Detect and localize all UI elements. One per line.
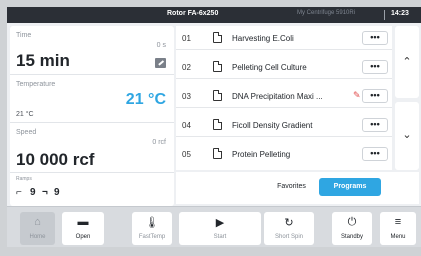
start-label: Start bbox=[213, 234, 227, 240]
document-icon bbox=[213, 61, 222, 72]
list-item[interactable]: 05 Protein Pelleting ••• bbox=[176, 142, 392, 166]
temperature-current: 21 °C bbox=[125, 91, 166, 108]
temperature-label: Temperature bbox=[16, 81, 56, 88]
standby-label: Standby bbox=[340, 234, 364, 240]
home-icon: ⌂ bbox=[34, 216, 41, 228]
more-options-button[interactable]: ••• bbox=[362, 89, 388, 103]
list-item[interactable]: 01 Harvesting E.Coli ••• bbox=[176, 26, 392, 50]
fasttemp-label: FastTemp bbox=[138, 234, 166, 240]
folder-icon: ▬ bbox=[77, 216, 89, 228]
parameter-panel: Time 0 s 15 min Temperature 21 °C 21 °C … bbox=[10, 26, 174, 206]
program-name: Ficoll Density Gradient bbox=[232, 121, 313, 130]
temperature-row[interactable]: Temperature 21 °C 21 °C bbox=[10, 75, 174, 123]
refresh-icon: ↻ bbox=[284, 217, 294, 229]
home-label: Home bbox=[29, 234, 46, 240]
document-icon bbox=[213, 119, 222, 130]
ramp-up-icon: ⌐ bbox=[16, 187, 22, 198]
document-icon bbox=[213, 32, 222, 43]
more-options-button[interactable]: ••• bbox=[362, 31, 388, 45]
thermometer-icon: 🌡 bbox=[145, 217, 159, 229]
program-number: 04 bbox=[182, 121, 191, 130]
pen-flag-icon: ✎ bbox=[353, 90, 361, 100]
chevron-down-icon: ⌄ bbox=[402, 129, 412, 141]
more-options-button[interactable]: ••• bbox=[362, 60, 388, 74]
time-label: Time bbox=[16, 32, 32, 39]
device-bezel: Rotor FA-6x250 My Centrifuge 5910Ri 14:2… bbox=[0, 0, 421, 256]
speed-row[interactable]: Speed 0 rcf 10 000 rcf bbox=[10, 123, 174, 173]
power-icon: ⏻ bbox=[347, 216, 357, 228]
list-item[interactable]: 03 DNA Precipitation Maxi ... ✎ ••• bbox=[176, 84, 392, 108]
chevron-up-icon: ⌃ bbox=[402, 56, 412, 68]
speed-current: 0 rcf bbox=[152, 139, 166, 146]
program-name: DNA Precipitation Maxi ... bbox=[232, 92, 323, 101]
edit-icon[interactable] bbox=[155, 58, 166, 68]
speed-value: 10 000 rcf bbox=[16, 150, 95, 169]
program-name: Pelleting Cell Culture bbox=[232, 63, 307, 72]
tab-favorites[interactable]: Favorites bbox=[264, 178, 319, 196]
program-number: 02 bbox=[182, 63, 191, 72]
program-list: 01 Harvesting E.Coli ••• 02 Pelleting Ce… bbox=[176, 26, 392, 170]
standby-button[interactable]: ⏻ Standby bbox=[332, 212, 372, 245]
rotor-name: Rotor FA-6x250 bbox=[167, 10, 219, 17]
header-divider bbox=[384, 10, 385, 20]
ramps-label: Ramps bbox=[16, 176, 32, 182]
ramps-row[interactable]: Ramps ⌐ 9 ¬ 9 bbox=[10, 173, 174, 206]
time-row[interactable]: Time 0 s 15 min bbox=[10, 26, 174, 75]
scroll-up-button[interactable]: ⌃ bbox=[395, 26, 419, 98]
status-bar: Rotor FA-6x250 My Centrifuge 5910Ri 14:2… bbox=[7, 7, 421, 23]
ramp-up-value: 9 bbox=[30, 187, 36, 198]
program-name: Protein Pelleting bbox=[232, 150, 291, 159]
play-icon: ▶ bbox=[215, 217, 225, 229]
menu-label: Menu bbox=[390, 234, 406, 240]
time-current: 0 s bbox=[156, 42, 166, 49]
menu-button[interactable]: ≡ Menu bbox=[380, 212, 416, 245]
home-button[interactable]: ⌂ Home bbox=[20, 212, 55, 245]
program-name: Harvesting E.Coli bbox=[232, 34, 294, 43]
list-item[interactable]: 02 Pelleting Cell Culture ••• bbox=[176, 55, 392, 79]
tab-bar: Favorites Programs bbox=[176, 172, 419, 204]
more-options-button[interactable]: ••• bbox=[362, 147, 388, 161]
program-number: 05 bbox=[182, 150, 191, 159]
ramp-down-value: 9 bbox=[54, 187, 60, 198]
speed-label: Speed bbox=[16, 129, 37, 136]
scroll-down-button[interactable]: ⌄ bbox=[395, 102, 419, 170]
document-icon bbox=[213, 90, 222, 101]
bottom-toolbar: ⌂ Home ▬ Open 🌡 FastTemp ▶ Start ↻ Short… bbox=[7, 206, 421, 247]
fasttemp-button[interactable]: 🌡 FastTemp bbox=[132, 212, 172, 245]
open-button[interactable]: ▬ Open bbox=[62, 212, 104, 245]
program-number: 01 bbox=[182, 34, 191, 43]
device-name: My Centrifuge 5910Ri bbox=[297, 10, 356, 16]
clock: 14:23 bbox=[391, 10, 409, 17]
short-spin-button[interactable]: ↻ Short Spin bbox=[264, 212, 314, 245]
more-options-button[interactable]: ••• bbox=[362, 118, 388, 132]
touch-screen: Rotor FA-6x250 My Centrifuge 5910Ri 14:2… bbox=[7, 7, 421, 247]
tab-programs[interactable]: Programs bbox=[319, 178, 381, 196]
time-value: 15 min bbox=[16, 51, 70, 70]
document-icon bbox=[213, 148, 222, 159]
hamburger-icon: ≡ bbox=[394, 216, 402, 228]
short-spin-label: Short Spin bbox=[274, 234, 304, 240]
list-item[interactable]: 04 Ficoll Density Gradient ••• bbox=[176, 113, 392, 137]
temperature-value: 21 °C bbox=[16, 111, 34, 118]
ramp-down-icon: ¬ bbox=[42, 187, 48, 198]
open-label: Open bbox=[75, 234, 91, 240]
program-number: 03 bbox=[182, 92, 191, 101]
start-button[interactable]: ▶ Start bbox=[179, 212, 261, 245]
